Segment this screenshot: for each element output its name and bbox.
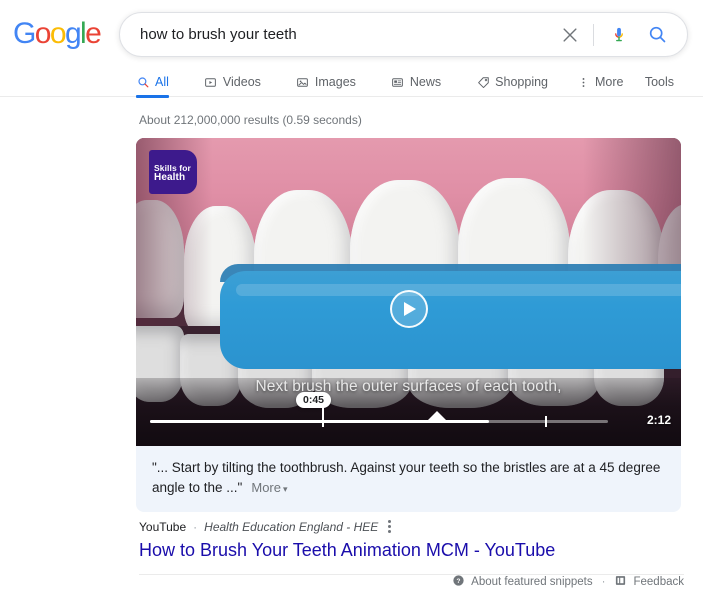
result-title-link[interactable]: How to Brush Your Teeth Animation MCM - … (139, 538, 684, 562)
about-featured-snippets-label: About featured snippets (471, 576, 593, 588)
tools-button[interactable]: Tools (645, 68, 674, 97)
tab-images[interactable]: Images (296, 68, 356, 97)
result-separator: · (193, 519, 198, 534)
featured-snippet: Skills for Health Next brush the outer s… (136, 138, 681, 512)
tab-videos[interactable]: Videos (204, 68, 261, 97)
play-button[interactable] (389, 290, 428, 328)
feedback-icon (614, 574, 627, 590)
brand-badge: Skills for Health (149, 150, 197, 194)
result-channel: Health Education England - HEE (204, 519, 379, 534)
key-moment-marker[interactable] (428, 411, 446, 420)
feedback-label: Feedback (633, 576, 684, 588)
snippet-footer: ? About featured snippets · Feedback (452, 574, 684, 590)
video-icon (204, 76, 218, 90)
search-bar[interactable] (119, 12, 688, 57)
progress-playhead[interactable] (322, 416, 324, 427)
more-label: More (251, 480, 281, 495)
result-source: YouTube · Health Education England - HEE (139, 518, 684, 535)
tab-shopping[interactable]: Shopping (476, 68, 548, 97)
current-time-label: 0:45 (296, 392, 332, 417)
total-time-label: 2:12 (646, 413, 671, 427)
search-result: YouTube · Health Education England - HEE… (139, 518, 684, 562)
toothbrush-highlight (236, 284, 681, 296)
snippet-panel: "... Start by tilting the toothbrush. Ag… (136, 446, 681, 512)
search-bar-icons (558, 23, 687, 47)
tab-videos-label: Videos (222, 75, 261, 89)
progress-segment-marker (545, 416, 547, 427)
search-nav-bar: All Videos Images News Shopping More Too… (0, 68, 703, 98)
google-search-results-page: Google how to brush your teeth All Video… (0, 0, 703, 600)
video-progress-bar[interactable]: 0:45 2:12 (150, 392, 671, 427)
chevron-down-icon: ▾ (282, 484, 288, 494)
tab-shopping-label: Shopping (495, 75, 548, 89)
more-button[interactable]: More ▾ (251, 480, 287, 495)
search-tabs: All Videos Images News Shopping More (136, 68, 623, 98)
play-icon (404, 302, 416, 316)
search-input[interactable] (140, 26, 558, 43)
brand-badge-line2: Health (154, 172, 186, 183)
result-kebab-menu-icon[interactable] (385, 518, 394, 535)
progress-fill (150, 420, 489, 423)
tag-icon (476, 76, 490, 90)
search-divider (593, 23, 594, 46)
tab-all-label: All (155, 75, 169, 89)
search-header: Google (0, 0, 703, 68)
footer-separator: · (601, 576, 606, 588)
help-circle-icon: ? (452, 574, 465, 590)
feedback-link[interactable]: Feedback (614, 574, 684, 590)
news-icon (391, 76, 405, 90)
tab-news-label: News (409, 75, 442, 89)
video-caption: Next brush the outer surfaces of each to… (255, 378, 562, 395)
svg-text:?: ? (457, 578, 461, 585)
more-vertical-icon (576, 76, 590, 90)
tab-news[interactable]: News (391, 68, 441, 97)
about-featured-snippets-link[interactable]: ? About featured snippets (452, 574, 593, 590)
search-submit-icon[interactable] (645, 23, 669, 47)
results-count: About 212,000,000 results (0.59 seconds) (139, 113, 362, 127)
microphone-icon[interactable] (607, 23, 631, 47)
video-thumbnail[interactable]: Skills for Health Next brush the outer s… (136, 138, 681, 446)
search-icon (136, 76, 150, 90)
clear-icon[interactable] (558, 23, 582, 47)
result-publisher: YouTube (139, 519, 187, 534)
tab-images-label: Images (314, 75, 356, 89)
tab-more-label: More (595, 75, 624, 89)
tab-all[interactable]: All (136, 68, 169, 98)
image-icon (296, 76, 310, 90)
google-logo[interactable]: Google (13, 19, 102, 49)
tab-more[interactable]: More (576, 68, 623, 97)
snippet-quote: "... Start by tilting the toothbrush. Ag… (152, 460, 661, 495)
